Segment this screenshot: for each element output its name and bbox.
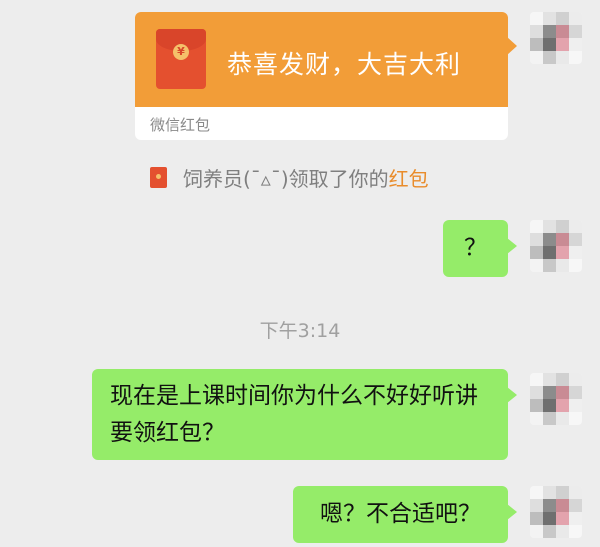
red-packet-message[interactable]: ¥ 恭喜发财，大吉大利 微信红包 — [135, 12, 517, 140]
chat-bubble-outgoing[interactable]: 现在是上课时间你为什么不好好听讲要领红包？ — [92, 369, 517, 460]
bubble-tail — [507, 37, 517, 55]
red-packet-footer-label: 微信红包 — [150, 116, 211, 134]
message-text: 嗯？不合适吧？ — [320, 501, 481, 527]
avatar[interactable] — [530, 220, 582, 272]
notice-text: 饲养员(ˉ▵ˉ)领取了你的 — [183, 166, 389, 191]
message-text: ？ — [464, 235, 487, 261]
avatar[interactable] — [530, 12, 582, 64]
avatar[interactable] — [530, 373, 582, 425]
red-envelope-icon: ¥ — [156, 29, 206, 89]
avatar[interactable] — [530, 486, 582, 538]
chat-bubble-outgoing[interactable]: ？ — [443, 220, 517, 277]
red-packet-claimed-notice: 饲养员(ˉ▵ˉ)领取了你的 红包 — [150, 161, 429, 193]
red-packet-greeting: 恭喜发财，大吉大利 — [227, 50, 462, 79]
red-packet-body[interactable]: ¥ 恭喜发财，大吉大利 — [135, 12, 508, 107]
message-text: 现在是上课时间你为什么不好好听讲要领红包？ — [110, 383, 478, 446]
red-envelope-icon — [150, 166, 167, 188]
coin-icon: ¥ — [173, 44, 189, 60]
message-timestamp: 下午3:14 — [259, 320, 341, 342]
red-packet-link[interactable]: 红包 — [389, 163, 429, 192]
red-packet-footer-bar: 微信红包 — [135, 107, 508, 140]
chat-bubble-outgoing[interactable]: 嗯？不合适吧？ — [293, 486, 517, 543]
